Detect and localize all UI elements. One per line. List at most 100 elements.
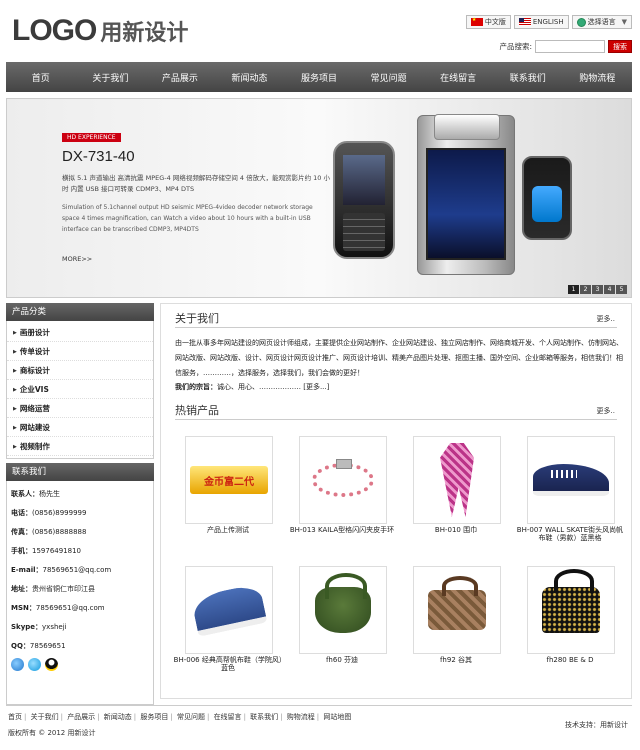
category-item[interactable]: 网站建设 bbox=[7, 418, 153, 437]
product-card[interactable]: fh92 谷其 bbox=[399, 564, 509, 694]
category-item[interactable]: 网络运营 bbox=[7, 399, 153, 418]
about-more-link[interactable]: 更多.. bbox=[597, 314, 615, 324]
banner-badge: HD EXPERIENCE bbox=[62, 133, 121, 142]
nav-item-faq[interactable]: 常见问题 bbox=[354, 62, 424, 92]
product-image[interactable] bbox=[299, 436, 387, 524]
hot-divider bbox=[175, 419, 617, 420]
footer: 首页 | 关于我们 | 产品展示 | 新闻动态 | 服务项目 | 常见问题 | 在线留言 | … bbox=[6, 705, 632, 737]
main-nav: 首页 关于我们 产品展示 新闻动态 服务项目 常见问题 在线留言 联系我们 购物… bbox=[6, 62, 632, 92]
phone-image-2 bbox=[417, 114, 515, 275]
category-item[interactable]: 传单设计 bbox=[7, 342, 153, 361]
product-image[interactable] bbox=[413, 566, 501, 654]
product-name[interactable]: BH-010 围巾 bbox=[401, 526, 511, 534]
product-card[interactable]: fh280 BE & D bbox=[513, 564, 623, 694]
hero-banner[interactable]: HD EXPERIENCE DX-731-40 横拟 5.1 声道输出 高清抗震… bbox=[6, 98, 632, 298]
category-item[interactable]: 画册设计 bbox=[7, 323, 153, 342]
product-image[interactable] bbox=[413, 436, 501, 524]
search-input[interactable] bbox=[535, 40, 605, 53]
product-name[interactable]: BH-007 WALL SKATE街头风尚帆布鞋（男款）蓝黑格 bbox=[515, 526, 625, 542]
search-label: 产品搜索: bbox=[499, 42, 532, 51]
footer-link[interactable]: 联系我们 bbox=[250, 713, 278, 721]
copyright: 版权所有 © 2012 用新设计 bbox=[8, 729, 96, 737]
site-logo[interactable]: LOGO 用新设计 bbox=[12, 14, 188, 48]
product-image[interactable] bbox=[185, 566, 273, 654]
footer-link[interactable]: 新闻动态 bbox=[104, 713, 132, 721]
footer-link[interactable]: 产品展示 bbox=[67, 713, 95, 721]
product-image[interactable]: 金币富二代 bbox=[185, 436, 273, 524]
contact-label: 传真： bbox=[11, 528, 32, 536]
nav-item-message[interactable]: 在线留言 bbox=[423, 62, 493, 92]
contact-label: 电话： bbox=[11, 509, 32, 517]
nav-item-about[interactable]: 关于我们 bbox=[76, 62, 146, 92]
footer-link[interactable]: 网站地图 bbox=[323, 713, 351, 721]
contact-label: QQ： bbox=[11, 642, 30, 650]
contact-label: Skype： bbox=[11, 623, 43, 631]
product-name[interactable]: 产品上传测试 bbox=[173, 526, 283, 534]
main-content: 关于我们 更多.. 由一批从事多年网站建设的网页设计师组成，主要提供企业网站制作… bbox=[160, 303, 632, 699]
nav-item-services[interactable]: 服务项目 bbox=[284, 62, 354, 92]
product-image[interactable] bbox=[527, 436, 615, 524]
banner-page-1[interactable]: 1 bbox=[568, 285, 579, 294]
product-name[interactable]: fh60 芬迪 bbox=[287, 656, 397, 664]
footer-link[interactable]: 常见问题 bbox=[177, 713, 205, 721]
hot-products-title: 热销产品 bbox=[175, 404, 219, 417]
skype-icon[interactable] bbox=[28, 658, 41, 671]
product-name[interactable]: BH-006 经典高帮帆布鞋（学院风）蓝色 bbox=[173, 656, 283, 672]
product-card[interactable]: BH-007 WALL SKATE街头风尚帆布鞋（男款）蓝黑格 bbox=[513, 434, 623, 564]
banner-page-5[interactable]: 5 bbox=[616, 285, 627, 294]
nav-item-news[interactable]: 新闻动态 bbox=[215, 62, 285, 92]
globe-icon bbox=[576, 17, 586, 27]
footer-link[interactable]: 服务项目 bbox=[140, 713, 168, 721]
footer-link[interactable]: 关于我们 bbox=[31, 713, 59, 721]
qq-icon[interactable] bbox=[45, 658, 58, 671]
footer-links: 首页 | 关于我们 | 产品展示 | 新闻动态 | 服务项目 | 常见问题 | 在线留言 | … bbox=[8, 713, 352, 721]
category-list: 画册设计 传单设计 商标设计 企业VIS 网络运营 网站建设 视频制作 bbox=[6, 321, 154, 459]
search-button[interactable]: 搜索 bbox=[608, 40, 632, 53]
product-card[interactable]: BH-010 围巾 bbox=[399, 434, 509, 564]
contact-row: 联系人：杨先生 bbox=[11, 485, 149, 504]
banner-page-4[interactable]: 4 bbox=[604, 285, 615, 294]
product-image[interactable] bbox=[299, 566, 387, 654]
banner-page-2[interactable]: 2 bbox=[580, 285, 591, 294]
category-item[interactable]: 视频制作 bbox=[7, 437, 153, 456]
tech-support: 技术支持：用新设计 bbox=[565, 721, 628, 729]
product-image[interactable] bbox=[527, 566, 615, 654]
contact-value: 78569651@qq.com bbox=[35, 604, 105, 612]
product-name[interactable]: BH-013 KAILA型格闪闪夹皮手环 bbox=[287, 526, 397, 534]
lang-english-button[interactable]: ENGLISH bbox=[513, 15, 569, 29]
lang-english-label: ENGLISH bbox=[532, 18, 564, 26]
nav-item-contact[interactable]: 联系我们 bbox=[493, 62, 563, 92]
language-select[interactable]: 选择语言 ▼ bbox=[571, 15, 632, 29]
footer-link[interactable]: 首页 bbox=[8, 713, 22, 721]
nav-item-home[interactable]: 首页 bbox=[6, 62, 76, 92]
msn-icon[interactable] bbox=[11, 658, 24, 671]
product-card[interactable]: 金币富二代 产品上传测试 bbox=[171, 434, 281, 564]
nav-item-products[interactable]: 产品展示 bbox=[145, 62, 215, 92]
hot-products-more-link[interactable]: 更多.. bbox=[597, 406, 615, 416]
footer-link[interactable]: 购物流程 bbox=[287, 713, 315, 721]
banner-desc-en: Simulation of 5.1channel output HD seism… bbox=[62, 204, 313, 233]
category-item[interactable]: 企业VIS bbox=[7, 380, 153, 399]
sidebar: 产品分类 画册设计 传单设计 商标设计 企业VIS 网络运营 网站建设 视频制作… bbox=[6, 303, 154, 705]
product-name[interactable]: fh92 谷其 bbox=[401, 656, 511, 664]
about-principle: 我们的宗旨：诚心、用心、……………… [更多...] bbox=[175, 382, 329, 392]
phone-image-3 bbox=[522, 156, 572, 240]
contact-row: QQ：78569651 bbox=[11, 637, 149, 656]
product-name[interactable]: fh280 BE & D bbox=[515, 656, 625, 664]
banner-page-3[interactable]: 3 bbox=[592, 285, 603, 294]
product-card[interactable]: fh60 芬迪 bbox=[285, 564, 395, 694]
footer-link[interactable]: 在线留言 bbox=[214, 713, 242, 721]
phone-image-1 bbox=[333, 141, 395, 259]
category-item[interactable]: 商标设计 bbox=[7, 361, 153, 380]
language-bar: 中文版 ENGLISH 选择语言 ▼ bbox=[465, 15, 632, 29]
contact-value[interactable]: 78569651@qq.com bbox=[43, 566, 112, 574]
product-card[interactable]: BH-006 经典高帮帆布鞋（学院风）蓝色 bbox=[171, 564, 283, 694]
contact-value: (0856)8999999 bbox=[32, 509, 87, 517]
search-bar: 产品搜索: 搜索 bbox=[499, 40, 632, 53]
lang-chinese-button[interactable]: 中文版 bbox=[465, 15, 511, 29]
banner-more-link[interactable]: MORE>> bbox=[62, 255, 92, 263]
principle-text[interactable]: 诚心、用心、……………… [更多...] bbox=[217, 383, 329, 391]
nav-item-shopping[interactable]: 购物流程 bbox=[563, 62, 633, 92]
header: LOGO 用新设计 中文版 ENGLISH 选择语言 ▼ 产品搜索: 搜索 bbox=[0, 0, 640, 62]
product-card[interactable]: BH-013 KAILA型格闪闪夹皮手环 bbox=[285, 434, 395, 564]
